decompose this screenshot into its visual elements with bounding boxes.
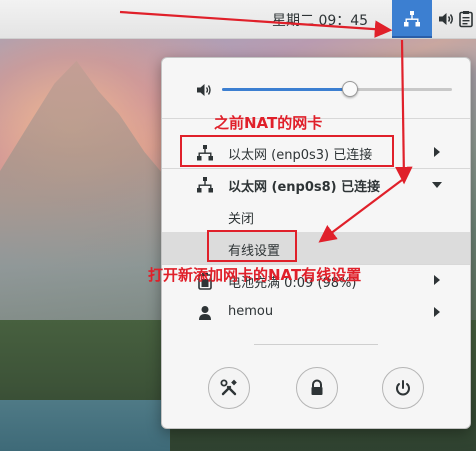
- lock-icon: [311, 379, 323, 395]
- volume-slider-fill: [222, 88, 349, 91]
- user-row[interactable]: hemou: [162, 296, 470, 330]
- power-button[interactable]: [382, 367, 424, 409]
- volume-row: [162, 72, 470, 106]
- wallpaper-lake: [0, 400, 170, 451]
- volume-icon[interactable]: [436, 9, 456, 29]
- annotation-open-new-nic: 打开新添加网卡的NAT有线设置: [148, 266, 362, 284]
- lock-button[interactable]: [296, 367, 338, 409]
- chevron-right-icon: [434, 147, 440, 157]
- network-off-item[interactable]: 关闭: [162, 200, 470, 234]
- chevron-right-icon: [434, 307, 440, 317]
- network-off-label: 关闭: [228, 212, 255, 227]
- settings-tools-icon: [220, 379, 237, 396]
- user-name-label: hemou: [228, 304, 274, 319]
- volume-slider-handle[interactable]: [342, 81, 358, 97]
- user-icon: [199, 306, 211, 320]
- power-icon: [396, 380, 410, 396]
- battery-clipboard-icon[interactable]: [456, 9, 476, 29]
- chevron-right-icon: [434, 275, 440, 285]
- speaker-icon: [197, 84, 211, 96]
- network-wired-icon: [197, 177, 213, 193]
- annotation-box-wired-settings: [207, 230, 297, 262]
- settings-button[interactable]: [208, 367, 250, 409]
- network-wired-icon: [404, 11, 420, 27]
- network-enp0s8-label: 以太网 (enp0s8) 已连接: [228, 180, 381, 195]
- system-tray[interactable]: [392, 0, 476, 38]
- menu-separator: [254, 344, 378, 345]
- network-enp0s8-row[interactable]: 以太网 (enp0s8) 已连接: [162, 168, 470, 202]
- clock[interactable]: 星期二 09：45: [272, 10, 368, 30]
- annotation-previous-nic: 之前NAT的网卡: [214, 114, 323, 132]
- tray-network-button[interactable]: [392, 0, 432, 38]
- chevron-down-icon: [432, 182, 442, 188]
- top-bar: 星期二 09：45: [0, 0, 476, 39]
- annotation-box-enp0s3: [180, 135, 394, 167]
- volume-slider[interactable]: [222, 81, 452, 97]
